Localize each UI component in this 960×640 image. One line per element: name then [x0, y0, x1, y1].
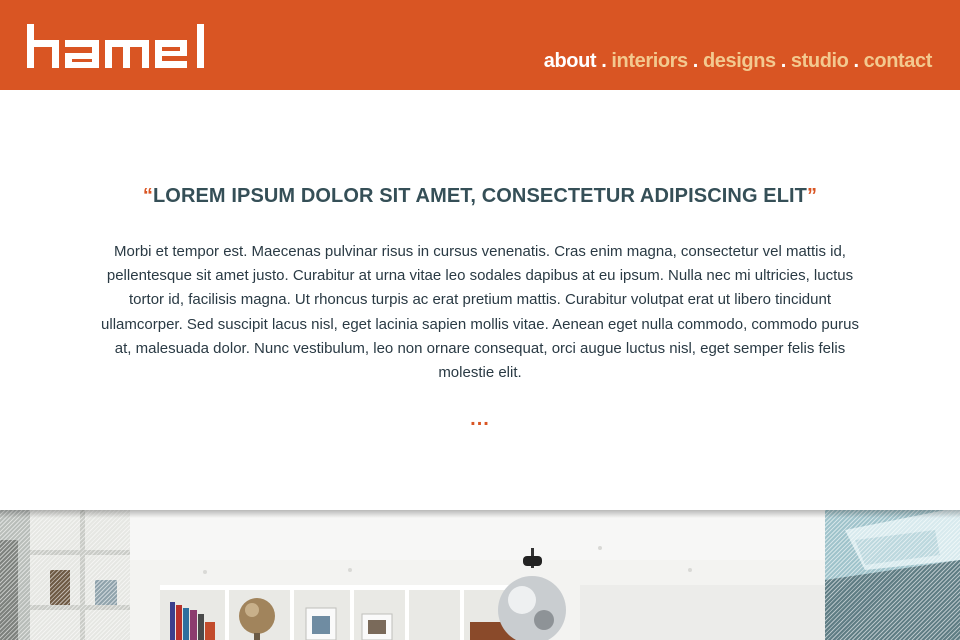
- gallery-shadow: [0, 510, 960, 518]
- nav-separator: .: [780, 49, 787, 72]
- interior-shelving-photo[interactable]: [0, 510, 130, 640]
- page-quote: “LOREM IPSUM DOLOR SIT AMET, CONSECTETUR…: [0, 185, 960, 208]
- nav-item-about[interactable]: about: [544, 50, 597, 73]
- photo-gallery: [0, 510, 960, 640]
- about-section: “LOREM IPSUM DOLOR SIT AMET, CONSECTETUR…: [0, 90, 960, 510]
- nav-item-designs[interactable]: designs: [703, 50, 776, 73]
- main-nav: about . interiors . designs . studio . c…: [544, 49, 933, 73]
- living-room-illustration: [130, 510, 825, 640]
- nav-separator: .: [601, 49, 607, 72]
- nav-separator: .: [853, 49, 860, 72]
- site-logo[interactable]: [27, 23, 205, 68]
- nav-item-interiors[interactable]: interiors: [611, 50, 688, 73]
- nav-separator: .: [692, 49, 699, 72]
- hatch-overlay: [0, 510, 130, 640]
- nav-item-studio[interactable]: studio: [791, 50, 849, 73]
- about-paragraph: Morbi et tempor est. Maecenas pulvinar r…: [101, 243, 859, 382]
- nav-item-contact[interactable]: contact: [864, 50, 933, 73]
- quote-close-mark: ”: [807, 185, 818, 207]
- hatch-overlay: [825, 510, 960, 640]
- living-room-disco-ball-photo[interactable]: [130, 510, 825, 640]
- ceiling-skylight-photo[interactable]: [825, 510, 960, 640]
- quote-open-mark: “: [142, 185, 153, 207]
- site-header: about . interiors . designs . studio . c…: [0, 0, 960, 90]
- quote-text: LOREM IPSUM DOLOR SIT AMET, CONSECTETUR …: [152, 185, 808, 207]
- logo-mark: [27, 24, 204, 68]
- read-more-link[interactable]: ...: [0, 408, 960, 431]
